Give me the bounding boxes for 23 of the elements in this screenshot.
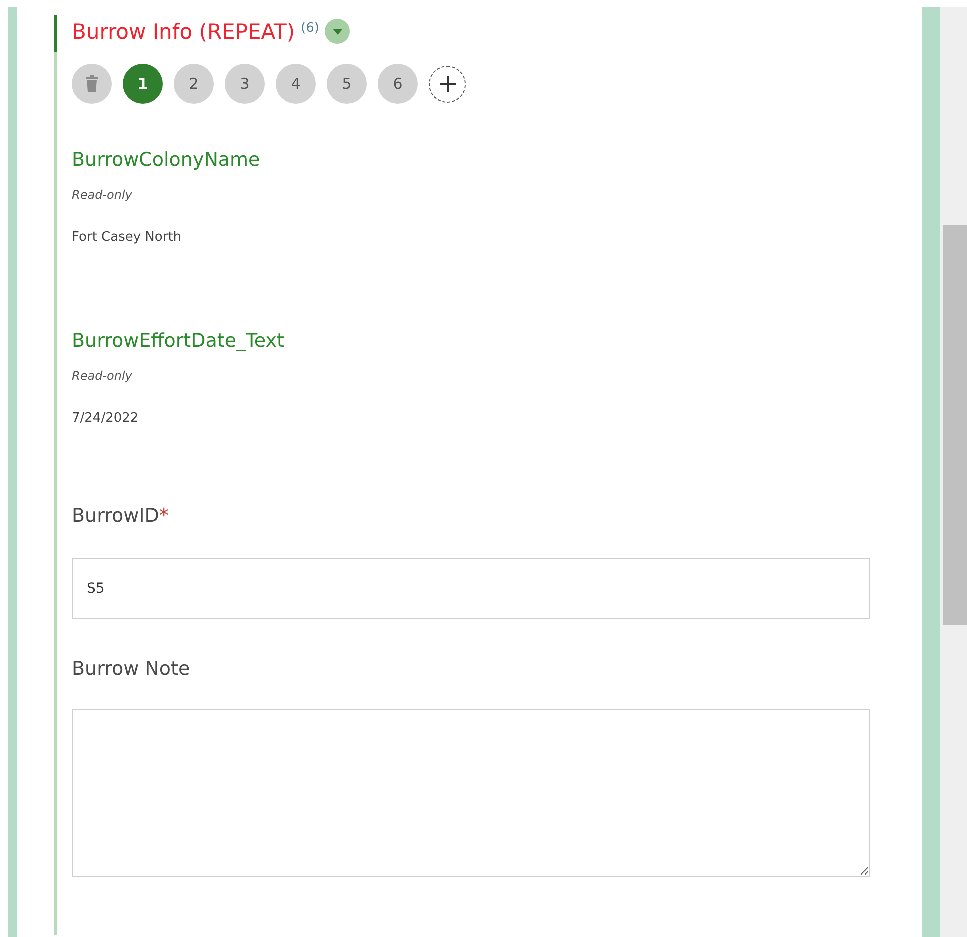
field-label: BurrowColonyName	[72, 148, 260, 173]
record-count: (6)	[301, 21, 320, 36]
read-only-note: Read-only	[72, 188, 132, 202]
input-field[interactable]: S5	[72, 558, 870, 619]
field-label: BurrowEffortDate_Text	[72, 329, 284, 354]
record-tab[interactable]: 5	[327, 64, 367, 104]
plus-icon	[438, 75, 456, 93]
field-value: Fort Casey North	[72, 230, 182, 245]
field-value: 7/24/2022	[72, 411, 139, 426]
trash-icon	[86, 75, 98, 92]
collapse-toggle[interactable]	[325, 19, 350, 44]
record-tab[interactable]: 2	[174, 64, 214, 104]
read-only-note: Read-only	[72, 369, 132, 383]
caret-down-icon	[332, 28, 343, 34]
record-tab[interactable]: 1	[123, 64, 163, 104]
record-tab[interactable]: 4	[276, 64, 316, 104]
field-label: BurrowID*	[72, 504, 169, 529]
section-title: Burrow Info (REPEAT)	[72, 20, 296, 44]
scrollbar-thumb[interactable]	[943, 225, 967, 625]
record-tab[interactable]: 6	[378, 64, 418, 104]
delete-button[interactable]	[72, 64, 112, 104]
field-label: Burrow Note	[72, 657, 190, 682]
record-tab[interactable]: 3	[225, 64, 265, 104]
